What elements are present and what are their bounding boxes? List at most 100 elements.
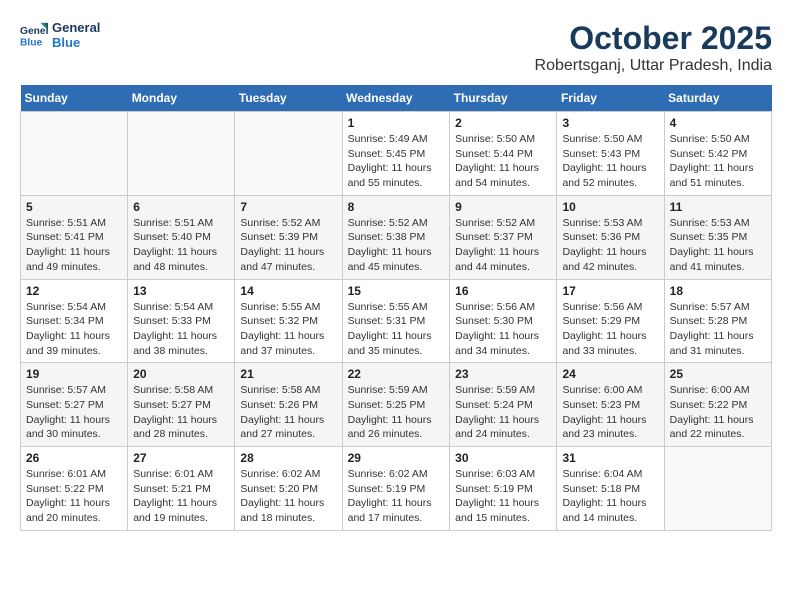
calendar-cell: 16Sunrise: 5:56 AM Sunset: 5:30 PM Dayli…: [450, 279, 557, 363]
logo-general: General: [52, 20, 100, 35]
day-number: 26: [26, 451, 122, 465]
calendar-cell: 11 Sunrise: 5:53 AM Sunset: 5:35 PM Dayli…: [664, 195, 771, 279]
day-info: Sunrise: 5:54 AM Sunset: 5:34 PM Dayligh…: [26, 300, 122, 359]
day-number: 2: [455, 116, 551, 130]
day-info: Sunrise: 6:03 AM Sunset: 5:19 PM Dayligh…: [455, 467, 551, 526]
calendar-cell: 18 Sunrise: 5:57 AM Sunset: 5:28 PM Dayli…: [664, 279, 771, 363]
weekday-header-row: SundayMondayTuesdayWednesdayThursdayFrid…: [21, 85, 772, 112]
day-number: 29: [348, 451, 445, 465]
calendar-cell: 7Sunrise: 5:52 AM Sunset: 5:39 PM Daylig…: [235, 195, 342, 279]
day-number: 9: [455, 200, 551, 214]
day-info: Sunrise: 5:50 AM Sunset: 5:42 PM Dayligh…: [670, 132, 766, 191]
day-info: Sunrise: 5:52 AM Sunset: 5:39 PM Dayligh…: [240, 216, 336, 275]
day-info: Sunrise: 5:54 AM Sunset: 5:33 PM Dayligh…: [133, 300, 229, 359]
day-info: Sunrise: 6:00 AM Sunset: 5:22 PM Dayligh…: [670, 383, 766, 442]
day-info: Sunrise: 5:50 AM Sunset: 5:44 PM Dayligh…: [455, 132, 551, 191]
calendar-cell: [664, 447, 771, 531]
day-number: 8: [348, 200, 445, 214]
day-info: Sunrise: 5:58 AM Sunset: 5:26 PM Dayligh…: [240, 383, 336, 442]
day-info: Sunrise: 5:53 AM Sunset: 5:35 PM Dayligh…: [670, 216, 766, 275]
day-number: 15: [348, 284, 445, 298]
day-number: 18: [670, 284, 766, 298]
day-number: 11: [670, 200, 766, 214]
weekday-header-tuesday: Tuesday: [235, 85, 342, 112]
day-number: 5: [26, 200, 122, 214]
calendar-cell: 22Sunrise: 5:59 AM Sunset: 5:25 PM Dayli…: [342, 363, 450, 447]
calendar-cell: 23 Sunrise: 5:59 AM Sunset: 5:24 PM Dayli…: [450, 363, 557, 447]
calendar-cell: 30 Sunrise: 6:03 AM Sunset: 5:19 PM Dayli…: [450, 447, 557, 531]
month-title: October 2025: [535, 20, 772, 57]
day-info: Sunrise: 5:57 AM Sunset: 5:28 PM Dayligh…: [670, 300, 766, 359]
day-number: 31: [562, 451, 658, 465]
day-info: Sunrise: 5:59 AM Sunset: 5:24 PM Dayligh…: [455, 383, 551, 442]
calendar-cell: [235, 112, 342, 196]
calendar-cell: 15 Sunrise: 5:55 AM Sunset: 5:31 PM Dayli…: [342, 279, 450, 363]
calendar-cell: 28Sunrise: 6:02 AM Sunset: 5:20 PM Dayli…: [235, 447, 342, 531]
svg-text:Blue: Blue: [20, 37, 43, 48]
day-number: 12: [26, 284, 122, 298]
day-info: Sunrise: 6:01 AM Sunset: 5:21 PM Dayligh…: [133, 467, 229, 526]
calendar-cell: 8 Sunrise: 5:52 AM Sunset: 5:38 PM Daylig…: [342, 195, 450, 279]
week-row-5: 26 Sunrise: 6:01 AM Sunset: 5:22 PM Dayli…: [21, 447, 772, 531]
calendar-cell: 27Sunrise: 6:01 AM Sunset: 5:21 PM Dayli…: [128, 447, 235, 531]
calendar-cell: [128, 112, 235, 196]
day-number: 28: [240, 451, 336, 465]
day-number: 19: [26, 367, 122, 381]
calendar-cell: 20Sunrise: 5:58 AM Sunset: 5:27 PM Dayli…: [128, 363, 235, 447]
day-info: Sunrise: 5:59 AM Sunset: 5:25 PM Dayligh…: [348, 383, 445, 442]
day-info: Sunrise: 5:52 AM Sunset: 5:37 PM Dayligh…: [455, 216, 551, 275]
calendar-cell: 19 Sunrise: 5:57 AM Sunset: 5:27 PM Dayli…: [21, 363, 128, 447]
calendar-cell: 21 Sunrise: 5:58 AM Sunset: 5:26 PM Dayli…: [235, 363, 342, 447]
weekday-header-friday: Friday: [557, 85, 664, 112]
day-info: Sunrise: 5:52 AM Sunset: 5:38 PM Dayligh…: [348, 216, 445, 275]
day-info: Sunrise: 5:57 AM Sunset: 5:27 PM Dayligh…: [26, 383, 122, 442]
day-number: 17: [562, 284, 658, 298]
calendar-cell: 31 Sunrise: 6:04 AM Sunset: 5:18 PM Dayli…: [557, 447, 664, 531]
day-number: 6: [133, 200, 229, 214]
location-title: Robertsganj, Uttar Pradesh, India: [535, 57, 772, 75]
day-info: Sunrise: 5:51 AM Sunset: 5:40 PM Dayligh…: [133, 216, 229, 275]
weekday-header-sunday: Sunday: [21, 85, 128, 112]
weekday-header-wednesday: Wednesday: [342, 85, 450, 112]
day-info: Sunrise: 5:56 AM Sunset: 5:29 PM Dayligh…: [562, 300, 658, 359]
week-row-2: 5 Sunrise: 5:51 AM Sunset: 5:41 PM Daylig…: [21, 195, 772, 279]
calendar-cell: 9 Sunrise: 5:52 AM Sunset: 5:37 PM Daylig…: [450, 195, 557, 279]
day-number: 23: [455, 367, 551, 381]
logo-icon: General Blue: [20, 21, 48, 49]
week-row-3: 12 Sunrise: 5:54 AM Sunset: 5:34 PM Dayli…: [21, 279, 772, 363]
calendar-cell: 13 Sunrise: 5:54 AM Sunset: 5:33 PM Dayli…: [128, 279, 235, 363]
day-number: 4: [670, 116, 766, 130]
svg-text:General: General: [20, 26, 48, 37]
day-number: 30: [455, 451, 551, 465]
day-number: 13: [133, 284, 229, 298]
day-number: 24: [562, 367, 658, 381]
day-number: 14: [240, 284, 336, 298]
calendar-cell: 10Sunrise: 5:53 AM Sunset: 5:36 PM Dayli…: [557, 195, 664, 279]
day-number: 16: [455, 284, 551, 298]
week-row-1: 1 Sunrise: 5:49 AM Sunset: 5:45 PM Daylig…: [21, 112, 772, 196]
day-info: Sunrise: 6:01 AM Sunset: 5:22 PM Dayligh…: [26, 467, 122, 526]
calendar-cell: 25 Sunrise: 6:00 AM Sunset: 5:22 PM Dayli…: [664, 363, 771, 447]
weekday-header-monday: Monday: [128, 85, 235, 112]
day-number: 1: [348, 116, 445, 130]
logo-blue: Blue: [52, 35, 100, 50]
day-number: 21: [240, 367, 336, 381]
calendar-cell: 4 Sunrise: 5:50 AM Sunset: 5:42 PM Daylig…: [664, 112, 771, 196]
day-number: 10: [562, 200, 658, 214]
calendar-cell: 2 Sunrise: 5:50 AM Sunset: 5:44 PM Daylig…: [450, 112, 557, 196]
day-number: 25: [670, 367, 766, 381]
day-info: Sunrise: 6:00 AM Sunset: 5:23 PM Dayligh…: [562, 383, 658, 442]
calendar-cell: 29Sunrise: 6:02 AM Sunset: 5:19 PM Dayli…: [342, 447, 450, 531]
calendar-cell: 6 Sunrise: 5:51 AM Sunset: 5:40 PM Daylig…: [128, 195, 235, 279]
calendar-table: SundayMondayTuesdayWednesdayThursdayFrid…: [20, 85, 772, 531]
calendar-cell: 24 Sunrise: 6:00 AM Sunset: 5:23 PM Dayli…: [557, 363, 664, 447]
day-info: Sunrise: 6:04 AM Sunset: 5:18 PM Dayligh…: [562, 467, 658, 526]
weekday-header-thursday: Thursday: [450, 85, 557, 112]
logo: General Blue General Blue: [20, 20, 100, 50]
day-info: Sunrise: 5:49 AM Sunset: 5:45 PM Dayligh…: [348, 132, 445, 191]
calendar-cell: 1 Sunrise: 5:49 AM Sunset: 5:45 PM Daylig…: [342, 112, 450, 196]
day-info: Sunrise: 5:51 AM Sunset: 5:41 PM Dayligh…: [26, 216, 122, 275]
day-info: Sunrise: 5:55 AM Sunset: 5:31 PM Dayligh…: [348, 300, 445, 359]
day-number: 3: [562, 116, 658, 130]
calendar-cell: 5 Sunrise: 5:51 AM Sunset: 5:41 PM Daylig…: [21, 195, 128, 279]
